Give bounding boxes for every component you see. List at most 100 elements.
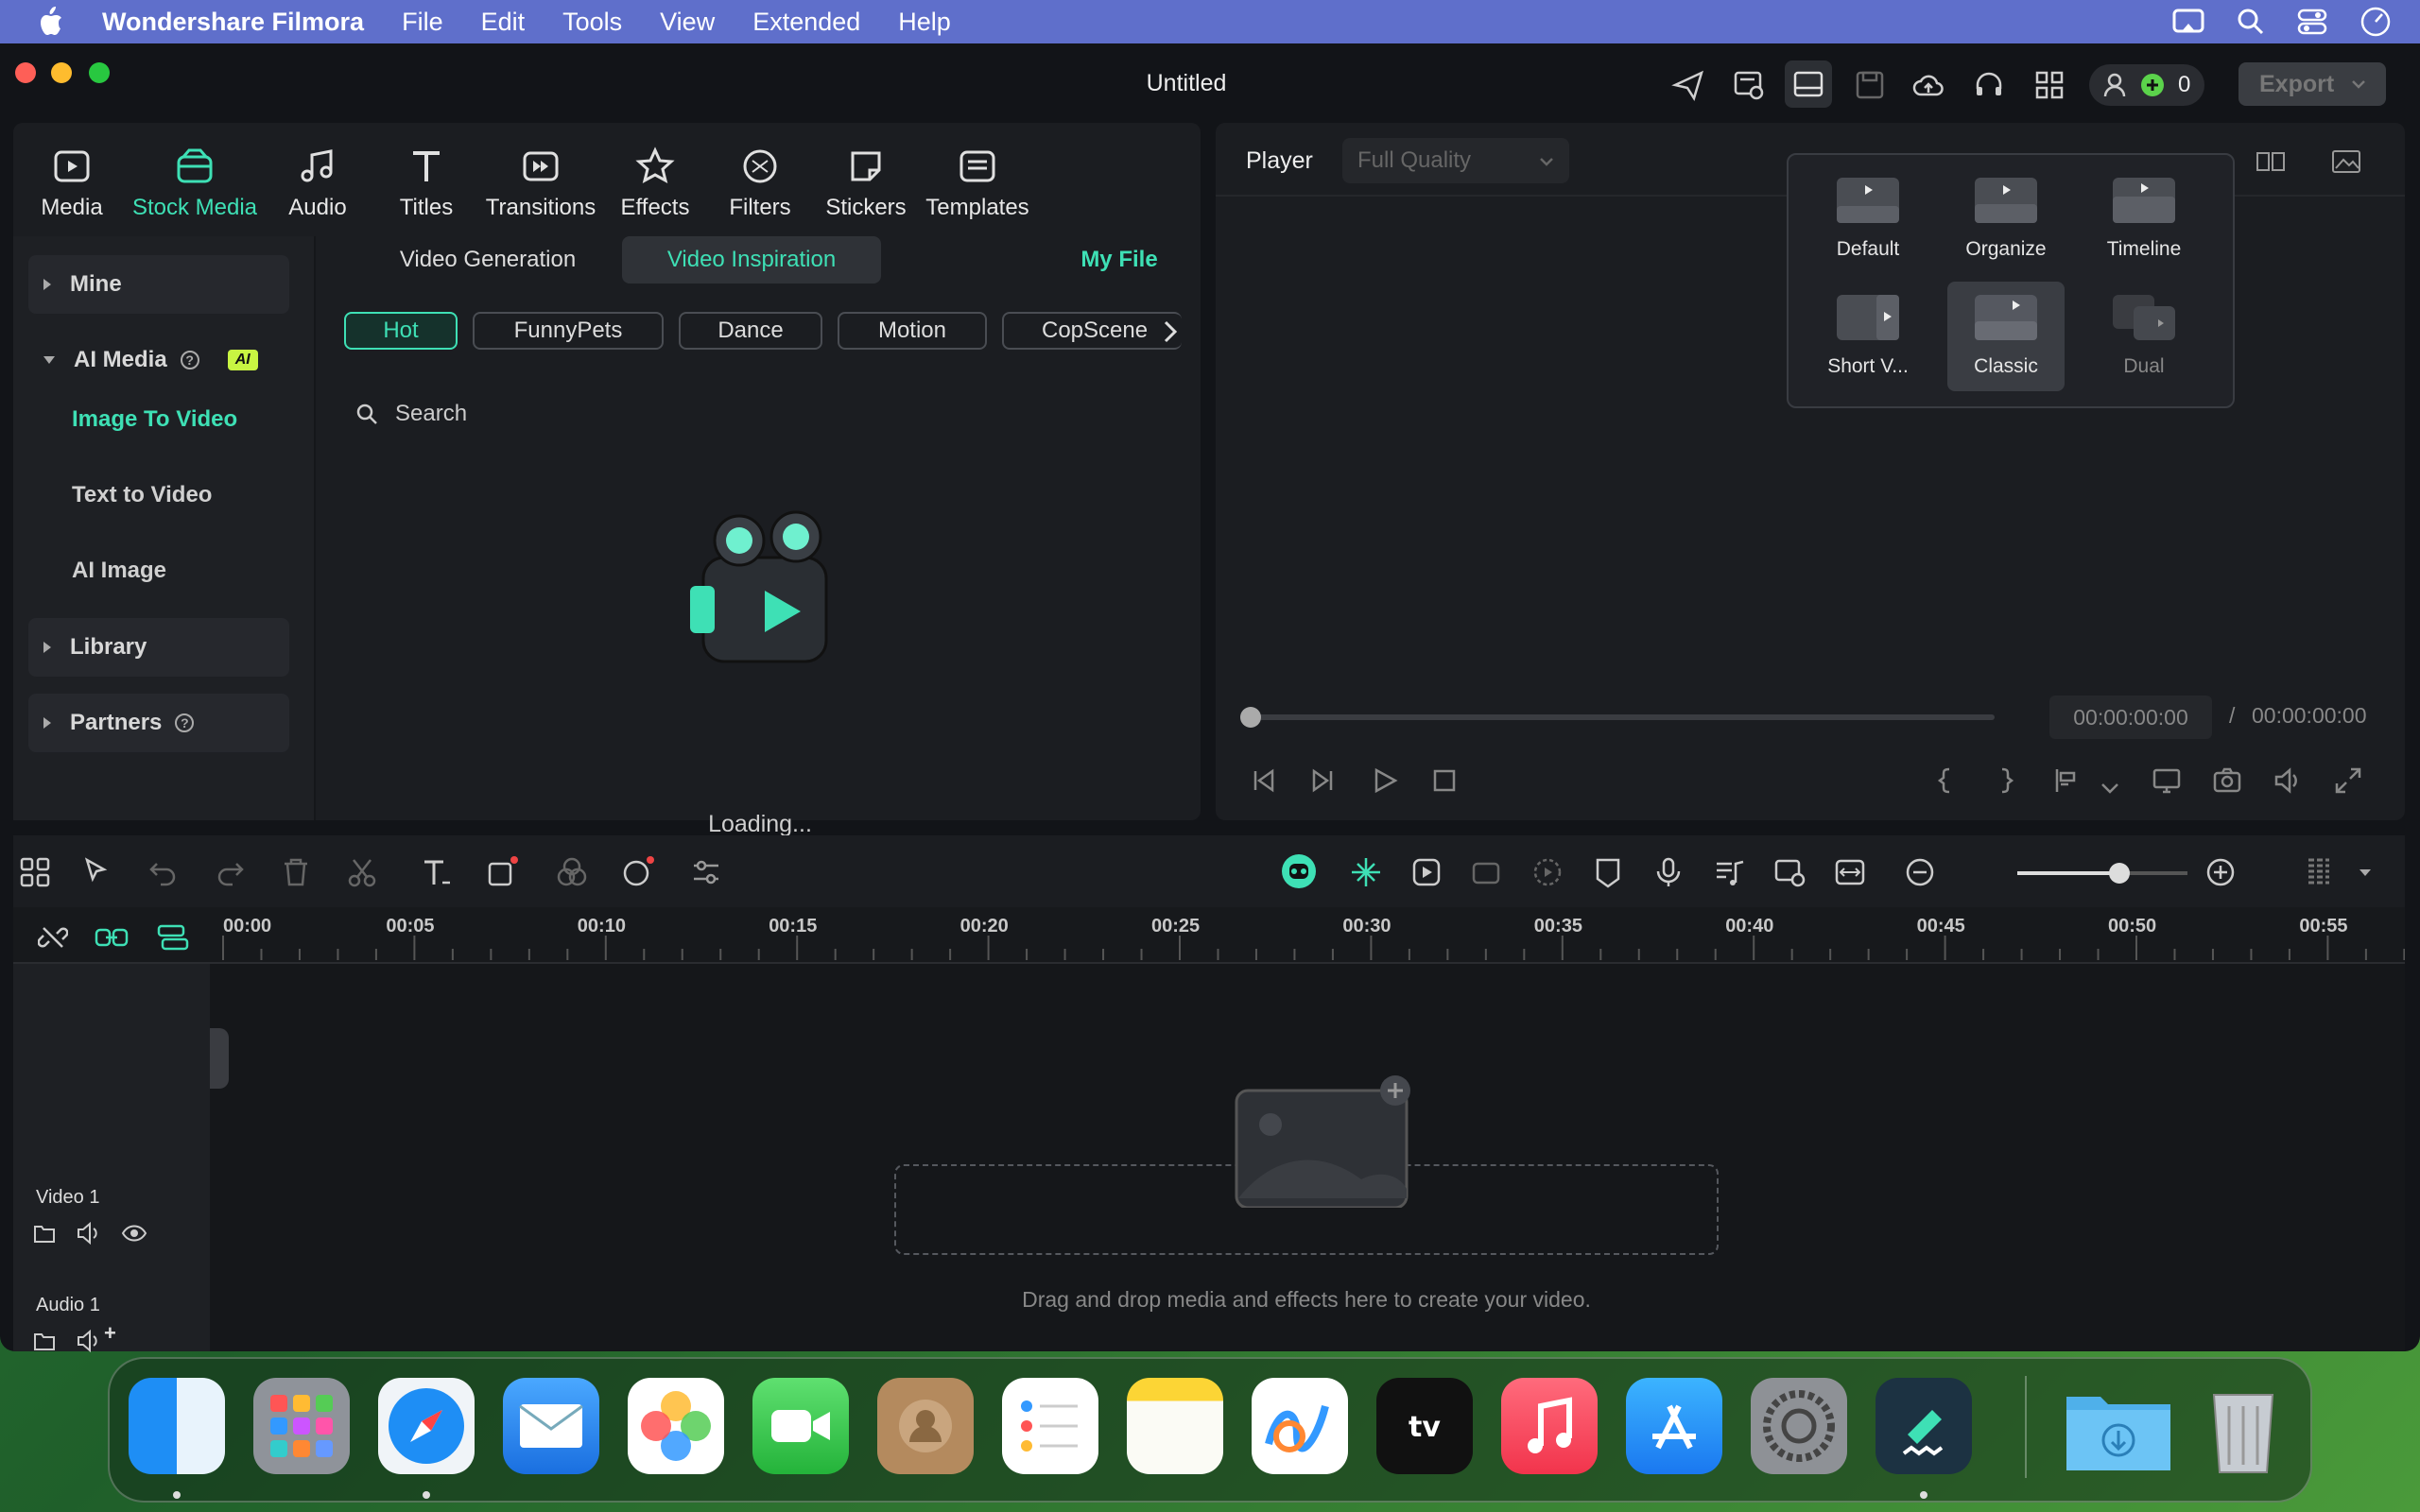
auto-highlight-icon[interactable] xyxy=(1350,856,1382,888)
ai-copilot-icon[interactable] xyxy=(1280,852,1318,890)
dock-mail-icon[interactable] xyxy=(503,1378,599,1474)
cast-icon[interactable] xyxy=(2172,7,2204,37)
quality-select[interactable]: Full Quality xyxy=(1342,138,1569,183)
task-list-icon[interactable] xyxy=(1732,68,1766,102)
menu-edit[interactable]: Edit xyxy=(481,8,526,37)
dock-reminders-icon[interactable] xyxy=(1002,1378,1098,1474)
image-view-icon[interactable] xyxy=(2331,146,2361,176)
tab-video-inspiration[interactable]: Video Inspiration xyxy=(622,236,881,284)
tab-stock-media[interactable]: Stock Media xyxy=(130,123,259,236)
zoom-slider-track[interactable] xyxy=(2017,863,2187,884)
tab-video-generation[interactable]: Video Generation xyxy=(363,236,613,284)
previous-frame-icon[interactable] xyxy=(1248,765,1278,796)
menu-extended[interactable]: Extended xyxy=(752,8,860,37)
marker-icon[interactable] xyxy=(1592,856,1624,888)
tab-effects[interactable]: Effects xyxy=(605,123,705,236)
dock-photos-icon[interactable] xyxy=(628,1378,724,1474)
tab-filters[interactable]: Filters xyxy=(705,123,815,236)
audio-mix-icon[interactable] xyxy=(1713,856,1745,888)
dock-safari-icon[interactable] xyxy=(378,1378,475,1474)
redo-icon[interactable] xyxy=(214,856,246,888)
tab-audio[interactable]: Audio xyxy=(259,123,376,236)
undo-icon[interactable] xyxy=(147,856,180,888)
layout-option-classic[interactable]: Classic xyxy=(1947,282,2065,391)
dock-facetime-icon[interactable] xyxy=(752,1378,849,1474)
fullscreen-icon[interactable] xyxy=(2333,765,2363,796)
mark-out-icon[interactable] xyxy=(1991,765,2021,796)
tab-transitions[interactable]: Transitions xyxy=(476,123,605,236)
eye-icon[interactable] xyxy=(121,1223,147,1244)
help-icon[interactable]: ? xyxy=(175,713,195,732)
account-credits[interactable]: 0 xyxy=(2089,64,2204,106)
headset-icon[interactable] xyxy=(1972,68,2006,102)
sidebar-item-text-to-video[interactable]: Text to Video xyxy=(72,482,212,508)
tab-media[interactable]: Media xyxy=(13,123,130,236)
sidebar-item-library[interactable]: Library xyxy=(28,618,289,677)
tab-titles[interactable]: Titles xyxy=(376,123,476,236)
chip-motion[interactable]: Motion xyxy=(838,312,987,350)
text-tool-icon[interactable] xyxy=(420,856,452,888)
add-media-placeholder-icon[interactable] xyxy=(1216,1075,1414,1208)
chevron-right-icon[interactable] xyxy=(1161,319,1180,344)
apps-grid-icon[interactable] xyxy=(2032,68,2066,102)
search-input[interactable]: Search xyxy=(395,401,467,427)
dock-notes-icon[interactable] xyxy=(1127,1378,1223,1474)
sidebar-item-partners[interactable]: Partners? xyxy=(28,694,289,752)
select-tool-icon[interactable] xyxy=(81,856,113,888)
sidebar-item-mine[interactable]: Mine xyxy=(28,255,289,314)
dock-app-store-icon[interactable] xyxy=(1626,1378,1722,1474)
sidebar-item-ai-media[interactable]: AI Media? AI xyxy=(28,331,289,389)
spotlight-search-icon[interactable] xyxy=(2237,8,2265,36)
smart-cut-icon[interactable] xyxy=(1410,856,1443,888)
dock-filmora-icon[interactable] xyxy=(1876,1378,1972,1474)
layout-option-short-video[interactable]: Short V... xyxy=(1809,282,1927,391)
menu-help[interactable]: Help xyxy=(898,8,951,37)
dock-trash-icon[interactable] xyxy=(2195,1378,2291,1474)
chip-hot[interactable]: Hot xyxy=(344,312,458,350)
add-track-button[interactable]: + xyxy=(104,1321,116,1346)
layout-option-default[interactable]: Default xyxy=(1809,164,1927,274)
dock-launchpad-icon[interactable] xyxy=(253,1378,350,1474)
zoom-out-icon[interactable] xyxy=(1904,856,1936,888)
dock-freeform-icon[interactable] xyxy=(1252,1378,1348,1474)
tab-templates[interactable]: Templates xyxy=(917,123,1038,236)
grid-view-icon[interactable] xyxy=(2256,146,2286,176)
layout-option-dual[interactable]: Dual xyxy=(2085,282,2203,391)
apple-icon[interactable] xyxy=(36,6,64,38)
chevron-down-icon[interactable] xyxy=(2356,856,2375,888)
mark-in-icon[interactable] xyxy=(1930,765,1961,796)
menu-view[interactable]: View xyxy=(660,8,715,37)
dock-downloads-icon[interactable] xyxy=(2063,1378,2170,1474)
scrubber-handle[interactable] xyxy=(1240,707,1261,728)
magnetic-track-icon[interactable] xyxy=(155,922,189,953)
chip-copscene[interactable]: CopScene xyxy=(1002,312,1182,350)
snapshot-icon[interactable] xyxy=(2212,765,2242,796)
microphone-icon[interactable] xyxy=(1652,856,1685,888)
sidebar-item-ai-image[interactable]: AI Image xyxy=(72,558,166,584)
dock-system-settings-icon[interactable] xyxy=(1751,1378,1847,1474)
speaker-icon[interactable] xyxy=(76,1329,102,1353)
dock-contacts-icon[interactable] xyxy=(877,1378,974,1474)
track-settings-icon[interactable] xyxy=(2303,856,2335,888)
layout-grid-icon[interactable] xyxy=(19,856,51,888)
layout-option-organize[interactable]: Organize xyxy=(1947,164,2065,274)
menu-file[interactable]: File xyxy=(402,8,443,37)
cut-icon[interactable] xyxy=(346,856,378,888)
folder-lock-icon[interactable] xyxy=(32,1329,57,1353)
color-tool-icon[interactable] xyxy=(556,856,588,888)
my-file-link[interactable]: My File xyxy=(1053,236,1185,284)
timeline-track-area[interactable]: Drag and drop media and effects here to … xyxy=(210,964,2405,1351)
export-button[interactable]: Export xyxy=(2238,62,2386,106)
help-icon[interactable]: ? xyxy=(180,351,199,369)
clock-icon[interactable] xyxy=(2360,6,2392,38)
chevron-down-icon[interactable] xyxy=(2095,773,2125,803)
display-icon[interactable] xyxy=(2152,765,2182,796)
motion-track-icon[interactable] xyxy=(1531,856,1564,888)
zoom-slider-handle[interactable] xyxy=(2109,863,2130,884)
zoom-window-button[interactable] xyxy=(89,62,110,83)
volume-icon[interactable] xyxy=(2273,765,2303,796)
timeline-ruler[interactable]: 00:00 00:05 00:10 00:15 00:20 00:25 00:30 00:35… xyxy=(13,907,2405,964)
crop-tool-icon[interactable] xyxy=(486,856,518,888)
link-clips-icon[interactable] xyxy=(95,922,129,953)
next-frame-icon[interactable] xyxy=(1308,765,1339,796)
